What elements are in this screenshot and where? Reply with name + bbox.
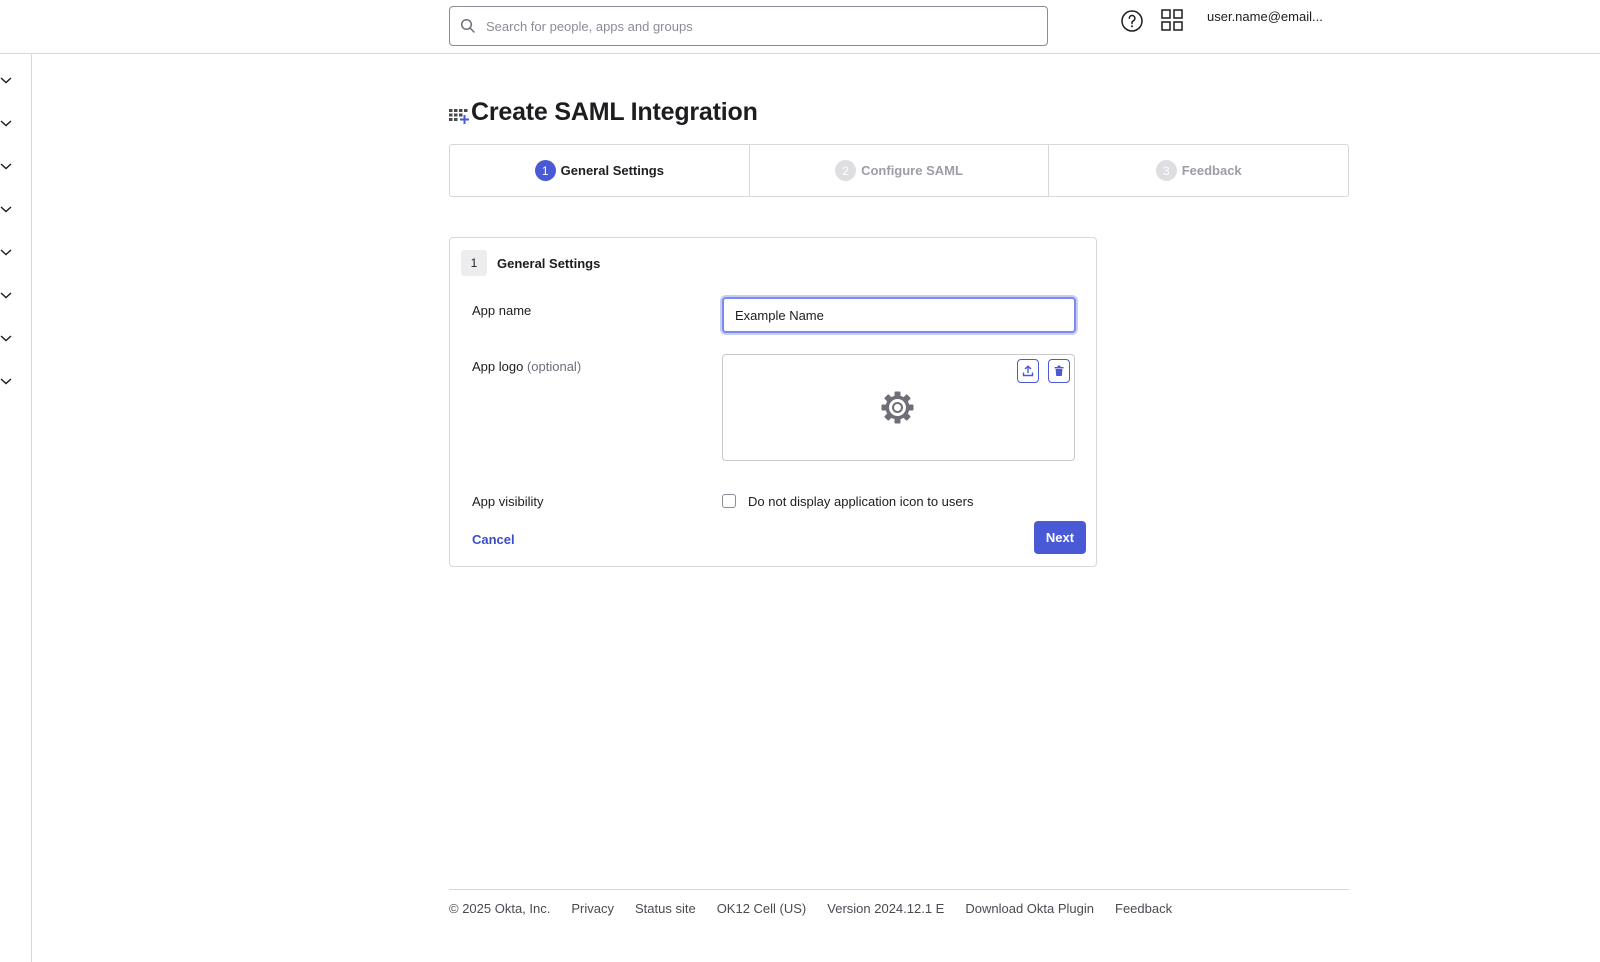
user-menu[interactable]: user.name@email... xyxy=(1207,9,1323,24)
footer-link-privacy[interactable]: Privacy xyxy=(571,901,614,916)
chevron-down-icon[interactable] xyxy=(0,246,12,258)
app-logo-label: App logo (optional) xyxy=(472,359,581,374)
step-number: 2 xyxy=(835,160,857,181)
app-switcher-icon[interactable] xyxy=(1160,8,1184,32)
step-label: General Settings xyxy=(560,163,664,178)
section-title: General Settings xyxy=(497,255,601,271)
footer-link-cell[interactable]: OK12 Cell (US) xyxy=(717,901,807,916)
copyright: © 2025 Okta, Inc. xyxy=(449,901,551,916)
general-settings-card: 1 General Settings App name App logo (op… xyxy=(449,237,1097,567)
step-number: 1 xyxy=(534,160,556,181)
app-logo-label-text: App logo xyxy=(472,359,524,374)
top-bar: user.name@email... xyxy=(0,0,1600,54)
optional-tag: (optional) xyxy=(526,359,582,374)
wizard-stepper: 1 General Settings 2 Configure SAML 3 Fe… xyxy=(449,144,1349,197)
chevron-down-icon[interactable] xyxy=(0,289,12,301)
search-input[interactable] xyxy=(486,18,1026,34)
chevron-down-icon[interactable] xyxy=(0,117,12,129)
next-button[interactable]: Next xyxy=(1034,521,1086,554)
step-feedback: 3 Feedback xyxy=(1049,145,1348,196)
search-box[interactable] xyxy=(449,6,1048,46)
chevron-down-icon[interactable] xyxy=(0,332,12,344)
footer-link-status-site[interactable]: Status site xyxy=(635,901,696,916)
upload-logo-button[interactable] xyxy=(1017,359,1039,383)
footer-link-feedback[interactable]: Feedback xyxy=(1115,901,1172,916)
step-label: Feedback xyxy=(1181,163,1242,178)
sidebar xyxy=(0,54,32,962)
app-name-label: App name xyxy=(472,303,532,318)
step-general-settings: 1 General Settings xyxy=(450,145,750,196)
app-logo-dropzone[interactable] xyxy=(722,354,1075,461)
hide-icon-checkbox-label[interactable]: Do not display application icon to users xyxy=(748,494,973,509)
add-app-icon xyxy=(449,101,469,125)
app-name-input[interactable] xyxy=(722,297,1076,333)
hide-icon-checkbox[interactable] xyxy=(722,494,736,508)
page-title: Create SAML Integration xyxy=(471,98,758,126)
help-icon[interactable] xyxy=(1120,9,1144,33)
chevron-down-icon[interactable] xyxy=(0,74,12,86)
footer-link-download-plugin[interactable]: Download Okta Plugin xyxy=(965,901,1094,916)
trash-icon xyxy=(1054,365,1064,376)
step-label: Configure SAML xyxy=(861,163,963,178)
search-icon xyxy=(460,18,476,34)
step-number: 3 xyxy=(1155,160,1177,181)
delete-logo-button[interactable] xyxy=(1048,359,1070,383)
gear-icon xyxy=(880,390,915,425)
app-visibility-label: App visibility xyxy=(472,494,544,509)
section-number: 1 xyxy=(461,250,487,276)
page-header: Create SAML Integration xyxy=(449,98,758,127)
cancel-button[interactable]: Cancel xyxy=(472,532,515,547)
step-configure-saml: 2 Configure SAML xyxy=(750,145,1050,196)
footer-version: Version 2024.12.1 E xyxy=(827,901,945,916)
chevron-down-icon[interactable] xyxy=(0,375,12,387)
card-header: 1 General Settings xyxy=(461,250,600,276)
footer: © 2025 Okta, Inc. Privacy Status site OK… xyxy=(449,889,1349,916)
chevron-down-icon[interactable] xyxy=(0,203,12,215)
upload-icon xyxy=(1022,365,1034,377)
chevron-down-icon[interactable] xyxy=(0,160,12,172)
